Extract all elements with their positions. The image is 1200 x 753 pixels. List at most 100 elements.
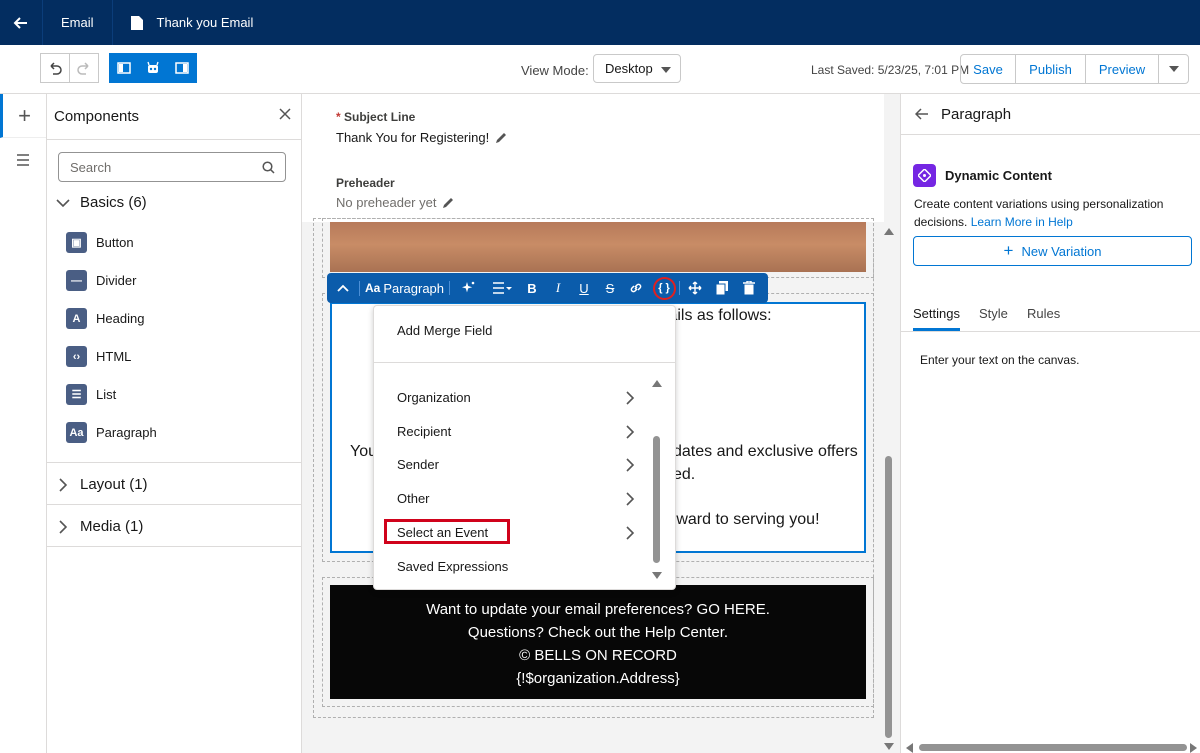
subject-line-value[interactable]: Thank You for Registering! <box>336 130 507 145</box>
duplicate-button[interactable] <box>709 281 735 295</box>
media-section-label: Media (1) <box>80 518 144 535</box>
bold-button[interactable]: B <box>519 281 545 296</box>
component-paragraph[interactable]: Aa Paragraph <box>66 422 157 443</box>
plus-icon: + <box>1003 241 1014 260</box>
trash-icon <box>743 281 755 295</box>
paragraph-toolbar: Aa Paragraph B I U S { } <box>327 273 768 303</box>
settings-body-text: Enter your text on the canvas. <box>920 353 1080 367</box>
tab-style[interactable]: Style <box>979 306 1008 321</box>
top-bar: Email Thank you Email <box>0 0 1200 45</box>
dynamic-content-description: Create content variations using personal… <box>914 195 1184 231</box>
footer-block[interactable]: Want to update your email preferences? G… <box>330 585 866 699</box>
chevron-right-icon <box>626 526 635 540</box>
scroll-right-icon[interactable] <box>1190 743 1197 753</box>
menu-divider <box>374 362 675 363</box>
undo-button[interactable] <box>40 53 70 83</box>
component-label: Heading <box>96 311 145 326</box>
new-variation-button[interactable]: + New Variation <box>913 236 1192 266</box>
divider-component-icon: — <box>66 270 87 291</box>
close-icon[interactable] <box>279 108 291 120</box>
scroll-up-icon[interactable] <box>652 380 662 387</box>
block-type-button[interactable]: Aa Paragraph <box>359 280 449 296</box>
paragraph-text: ed. <box>673 466 696 483</box>
more-actions-button[interactable] <box>1158 54 1189 84</box>
menu-item-select-event[interactable]: Select an Event <box>397 525 488 540</box>
save-button[interactable]: Save <box>960 54 1016 84</box>
scroll-up-icon[interactable] <box>884 228 894 235</box>
view-mode-select[interactable]: Desktop <box>593 54 681 83</box>
copilot-toggle[interactable] <box>138 53 168 83</box>
menu-item-recipient[interactable]: Recipient <box>397 424 451 439</box>
menu-item-organization[interactable]: Organization <box>397 390 471 405</box>
link-button[interactable] <box>623 281 649 295</box>
chevron-up-icon <box>337 284 349 292</box>
layout-section-toggle[interactable]: Layout (1) <box>56 476 148 493</box>
tab-email[interactable]: Email <box>42 0 112 45</box>
section-divider <box>47 546 301 547</box>
redo-icon <box>77 62 89 75</box>
header-image[interactable] <box>330 222 866 272</box>
italic-button[interactable]: I <box>545 280 571 296</box>
components-search-input[interactable]: Search <box>58 152 286 182</box>
basics-section-toggle[interactable]: Basics (6) <box>56 194 147 211</box>
back-button[interactable] <box>0 0 42 45</box>
scroll-down-icon[interactable] <box>884 743 894 750</box>
pencil-icon[interactable] <box>442 197 454 209</box>
tab-thank-you-email[interactable]: Thank you Email <box>111 0 272 45</box>
properties-scrollbar[interactable] <box>919 744 1187 751</box>
menu-item-sender[interactable]: Sender <box>397 457 439 472</box>
underline-button[interactable]: U <box>571 281 597 296</box>
list-component-icon: ☰ <box>66 384 87 405</box>
component-heading[interactable]: A Heading <box>66 308 144 329</box>
left-panel-icon <box>117 62 131 74</box>
chevron-down-icon <box>661 67 671 73</box>
add-components-tab[interactable]: + <box>0 94 46 138</box>
redo-button[interactable] <box>69 53 99 83</box>
paragraph-icon: Aa <box>364 281 381 295</box>
chevron-right-icon <box>626 391 635 405</box>
publish-button[interactable]: Publish <box>1015 54 1086 84</box>
document-icon <box>130 15 143 30</box>
pencil-icon[interactable] <box>495 132 507 144</box>
tab-rules[interactable]: Rules <box>1027 306 1060 321</box>
properties-tabs: Settings Style Rules <box>901 299 1200 332</box>
scroll-down-icon[interactable] <box>652 572 662 579</box>
strikethrough-button[interactable]: S <box>597 281 623 296</box>
properties-panel: Paragraph Dynamic Content Create content… <box>900 94 1200 753</box>
preheader-label: Preheader <box>336 176 395 190</box>
right-panel-toggle[interactable] <box>167 53 197 83</box>
merge-menu-title: Add Merge Field <box>397 323 493 338</box>
section-divider <box>47 462 301 463</box>
menu-item-saved-expressions[interactable]: Saved Expressions <box>397 559 508 574</box>
braces-icon: { } <box>652 276 676 300</box>
component-list[interactable]: ☰ List <box>66 384 116 405</box>
tab-settings[interactable]: Settings <box>913 306 960 331</box>
footer-line: © BELLS ON RECORD <box>519 647 677 664</box>
subject-line-label-text: Subject Line <box>344 110 416 124</box>
outline-tab[interactable] <box>0 138 46 182</box>
menu-item-other[interactable]: Other <box>397 491 430 506</box>
merge-field-button[interactable]: { } <box>649 276 679 300</box>
ai-assist-button[interactable] <box>449 281 485 295</box>
component-html[interactable]: ‹› HTML <box>66 346 131 367</box>
learn-more-link[interactable]: Learn More in Help <box>971 215 1073 229</box>
component-divider[interactable]: — Divider <box>66 270 136 291</box>
search-placeholder: Search <box>70 159 112 175</box>
scroll-left-icon[interactable] <box>906 743 913 753</box>
delete-button[interactable] <box>735 281 763 295</box>
undo-redo-group <box>40 53 99 83</box>
back-arrow-icon[interactable] <box>915 108 929 120</box>
media-section-toggle[interactable]: Media (1) <box>56 518 143 535</box>
preheader-value[interactable]: No preheader yet <box>336 195 454 210</box>
component-button[interactable]: ▣ Button <box>66 232 134 253</box>
left-panel-toggle[interactable] <box>109 53 139 83</box>
last-saved-text: Last Saved: 5/23/25, 7:01 PM <box>811 63 970 77</box>
align-dropdown[interactable] <box>485 282 519 294</box>
collapse-button[interactable] <box>327 284 359 292</box>
preview-button[interactable]: Preview <box>1085 54 1159 84</box>
canvas-scrollbar[interactable] <box>885 456 892 738</box>
search-icon <box>262 161 275 174</box>
component-label: List <box>96 387 117 402</box>
move-button[interactable] <box>679 281 709 295</box>
menu-scrollbar[interactable] <box>653 436 660 563</box>
